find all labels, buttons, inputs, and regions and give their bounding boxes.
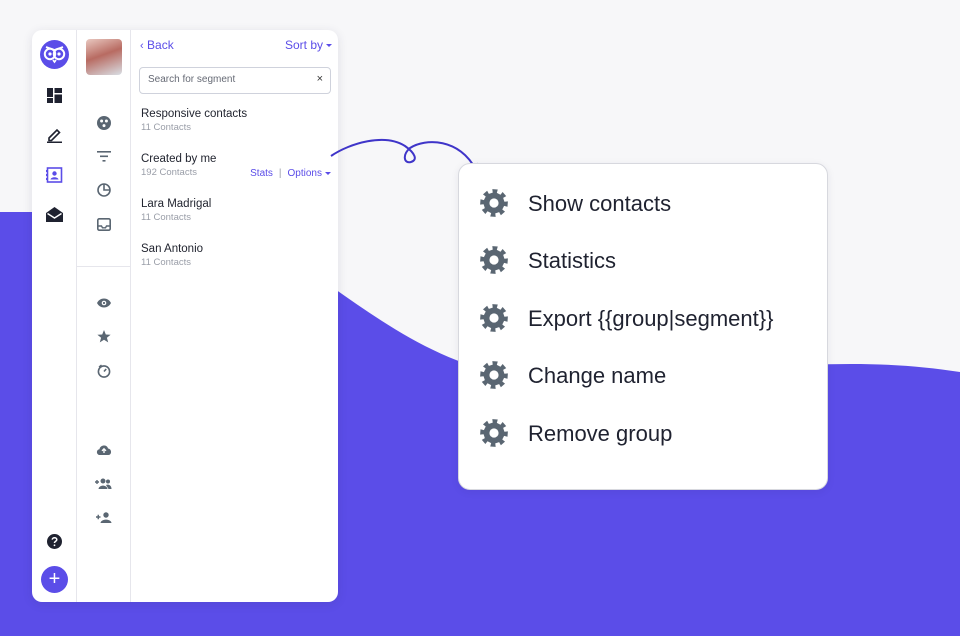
sort-label: Sort by — [284, 38, 323, 52]
edit-icon[interactable] — [47, 127, 62, 143]
dashboard-icon[interactable] — [47, 88, 62, 103]
group-add-icon[interactable] — [95, 478, 112, 489]
actions-separator: | — [278, 168, 282, 179]
segment-actions: Stats | Options — [250, 168, 331, 179]
menu-item-change-name[interactable]: Change name — [479, 358, 809, 392]
segment-name: Created by me — [141, 153, 217, 165]
options-popup-menu: Show contacts Statistics Export {{group|… — [458, 163, 828, 490]
segment-search-input[interactable]: Search for segment × — [139, 67, 331, 94]
menu-item-label: Change name — [528, 363, 667, 388]
menu-item-label: Statistics — [528, 248, 617, 273]
star-icon[interactable] — [97, 330, 111, 343]
divider — [77, 266, 131, 267]
inbox-icon[interactable] — [46, 207, 63, 222]
clear-search-icon[interactable]: × — [317, 73, 323, 85]
menu-item-export[interactable]: Export {{group|segment}} — [479, 301, 809, 335]
secondary-sidebar — [77, 30, 131, 602]
timer-icon[interactable] — [97, 364, 111, 378]
filter-icon[interactable] — [97, 151, 111, 162]
list-item[interactable]: Responsive contacts 11 Contacts — [141, 108, 331, 133]
back-label: Back — [147, 38, 174, 52]
person-add-icon[interactable] — [96, 512, 112, 523]
search-placeholder: Search for segment — [148, 74, 236, 85]
menu-item-label: Show contacts — [528, 191, 672, 216]
menu-item-remove-group[interactable]: Remove group — [479, 416, 809, 450]
gear-icon — [479, 360, 509, 390]
caret-down-icon — [325, 171, 331, 175]
contacts-icon[interactable] — [46, 167, 63, 183]
eye-icon[interactable] — [97, 298, 111, 308]
gear-icon — [479, 188, 509, 218]
stats-link[interactable]: Stats — [250, 168, 273, 179]
list-item[interactable]: Lara Madrigal 11 Contacts — [141, 198, 331, 223]
options-dropdown[interactable]: Options — [288, 168, 331, 179]
menu-item-show-contacts[interactable]: Show contacts — [479, 186, 809, 220]
app-window: + ‹ Back Sort by Search for segment × Re… — [32, 30, 338, 602]
segment-name: Lara Madrigal — [141, 198, 212, 210]
segment-count: 11 Contacts — [141, 212, 191, 223]
options-label: Options — [287, 168, 322, 179]
gear-icon — [479, 418, 509, 448]
segment-count: 11 Contacts — [141, 257, 191, 268]
main-sidebar: + — [32, 30, 77, 602]
owl-logo-icon[interactable] — [40, 40, 69, 69]
inbox-tray-icon[interactable] — [97, 218, 111, 231]
list-item[interactable]: Created by me 192 Contacts Stats | Options — [141, 153, 331, 179]
segment-count: 11 Contacts — [141, 122, 191, 133]
segment-name: San Antonio — [141, 243, 204, 255]
avatar[interactable] — [86, 39, 122, 75]
menu-item-label: Export {{group|segment}} — [528, 306, 774, 331]
segment-list-panel: ‹ Back Sort by Search for segment × Resp… — [131, 30, 338, 602]
chevron-left-icon: ‹ — [140, 40, 144, 52]
list-item[interactable]: San Antonio 11 Contacts — [141, 243, 331, 268]
menu-item-statistics[interactable]: Statistics — [479, 243, 809, 277]
gear-icon — [479, 245, 509, 275]
caret-down-icon — [326, 44, 332, 48]
sort-by-dropdown[interactable]: Sort by — [285, 38, 332, 52]
add-button[interactable]: + — [41, 566, 68, 593]
menu-item-label: Remove group — [528, 421, 673, 446]
segment-name: Responsive contacts — [141, 108, 248, 120]
back-link[interactable]: ‹ Back — [140, 38, 174, 52]
gear-icon — [479, 303, 509, 333]
cloud-upload-icon[interactable] — [96, 444, 112, 455]
segments-icon[interactable] — [97, 116, 111, 130]
list-header: ‹ Back Sort by — [131, 38, 338, 54]
pie-chart-icon[interactable] — [97, 183, 111, 197]
help-icon[interactable] — [47, 534, 62, 549]
